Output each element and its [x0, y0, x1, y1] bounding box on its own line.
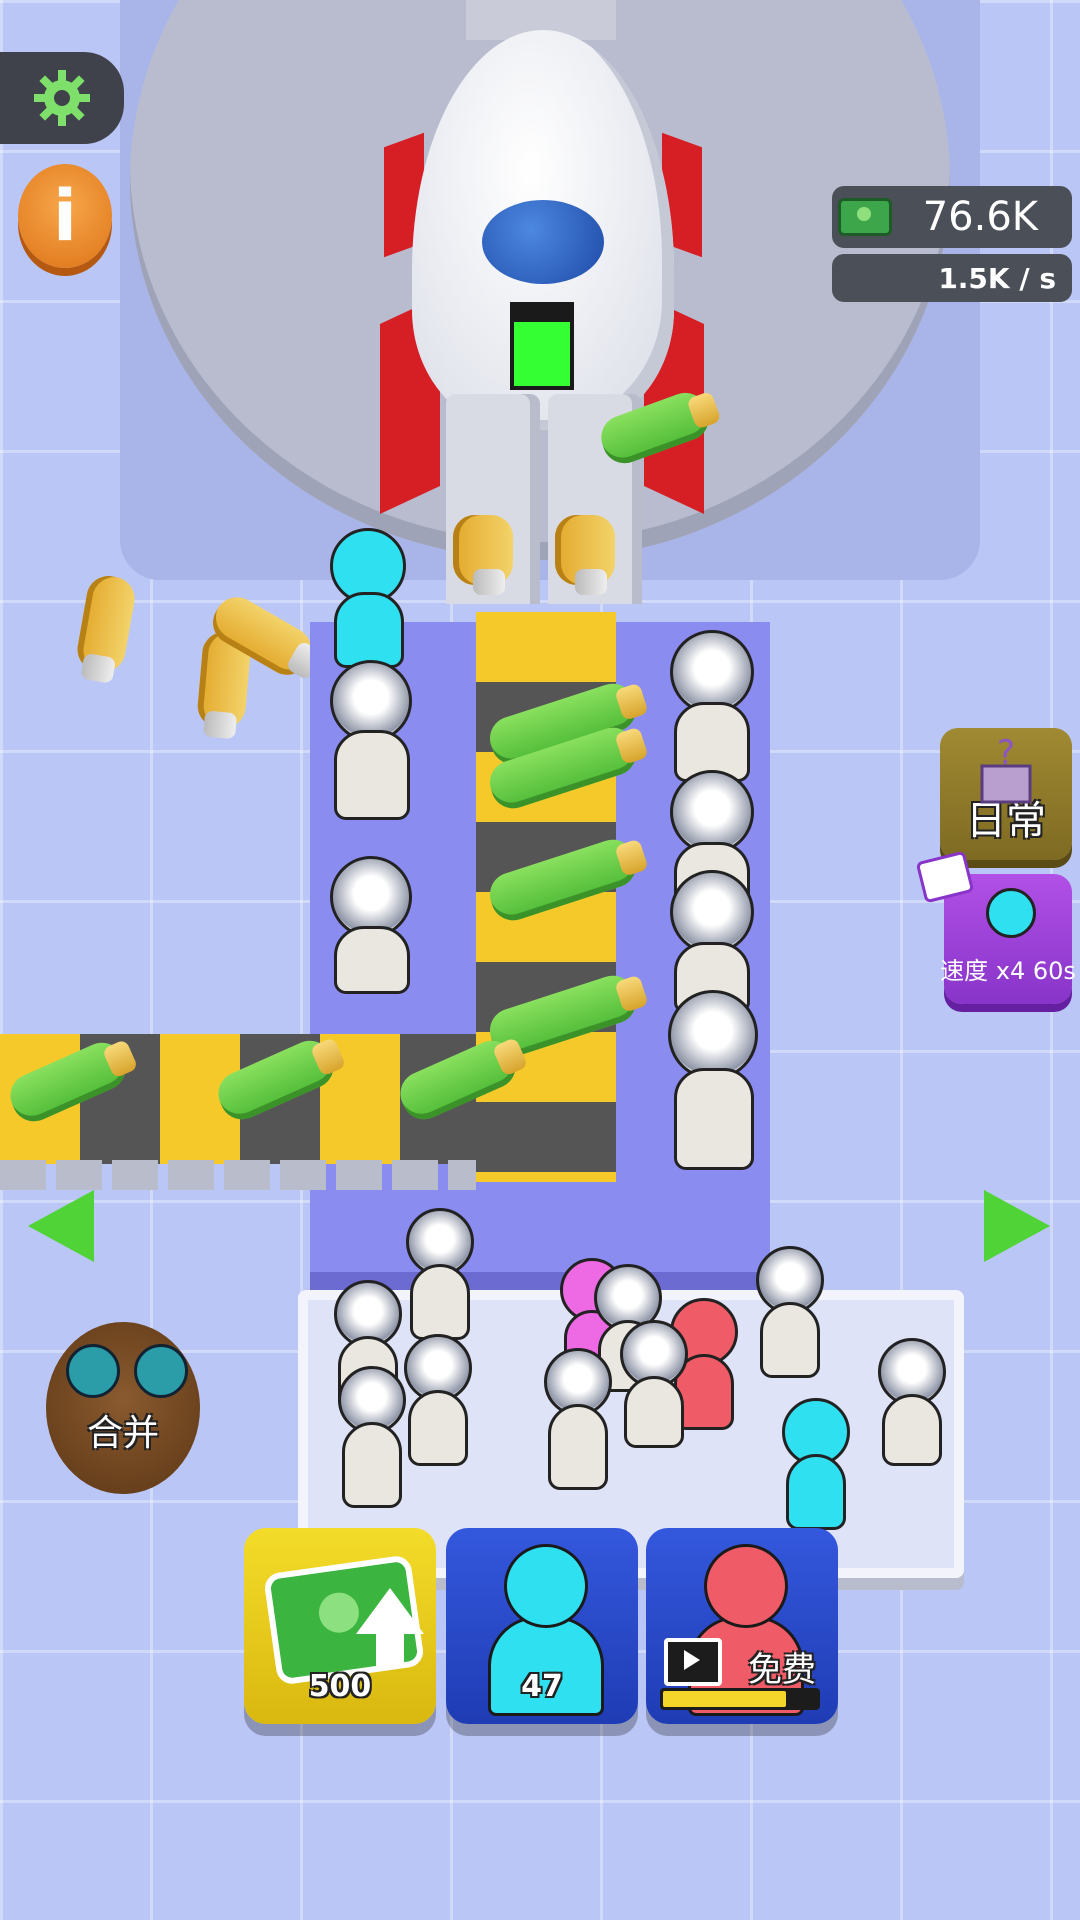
info-icon: i [53, 175, 77, 257]
rocket-fuel-fill [514, 322, 570, 386]
income-rate: 1.5K / s [832, 254, 1072, 302]
add-worker-button[interactable]: 47 [446, 1528, 638, 1724]
running-worker-icon [986, 888, 1036, 938]
free-worker-button[interactable]: 免费 [646, 1528, 838, 1724]
cash-icon [838, 198, 892, 236]
arrow-left-button[interactable] [28, 1190, 94, 1262]
merge-label: 合并 [86, 1413, 159, 1454]
video-icon [664, 1638, 722, 1686]
income-rate-value: 1.5K / s [938, 261, 1056, 295]
rocket-window [482, 200, 604, 284]
rocket-fuel-gauge [510, 302, 574, 390]
info-button[interactable]: i [18, 164, 112, 268]
up-arrow-icon [356, 1588, 424, 1634]
up-arrow-stem [376, 1632, 404, 1666]
red-worker-head-icon [704, 1544, 788, 1628]
free-label: 免费 [748, 1650, 816, 1690]
puzzle-box-icon: ? [980, 736, 1032, 804]
daily-button[interactable]: ? 日常 [940, 728, 1072, 860]
worker-head-icon [504, 1544, 588, 1628]
free-progress-fill [663, 1691, 787, 1707]
worker-icon-right [134, 1344, 188, 1398]
gear-icon [34, 70, 90, 126]
conveyor-rollers [0, 1160, 476, 1190]
worker-icon-left [66, 1344, 120, 1398]
merge-button[interactable]: 合并 [46, 1322, 200, 1494]
money-upgrade-value: 500 [308, 1669, 372, 1704]
arrow-right-button[interactable] [984, 1190, 1050, 1262]
settings-button[interactable] [0, 52, 124, 144]
speed-boost-label: 速度 x4 60s [940, 957, 1076, 985]
speed-boost-button[interactable]: 速度 x4 60s [915, 850, 1076, 1004]
money-upgrade-button[interactable]: 500 [244, 1528, 436, 1724]
money-value: 76.6K [922, 194, 1038, 240]
free-progress-bar [660, 1688, 820, 1710]
engine-battery-right [555, 515, 615, 585]
worker-count: 47 [521, 1669, 563, 1704]
engine-battery-left [453, 515, 513, 585]
svg-text:?: ? [997, 736, 1015, 773]
money-counter: 76.6K [832, 186, 1072, 248]
